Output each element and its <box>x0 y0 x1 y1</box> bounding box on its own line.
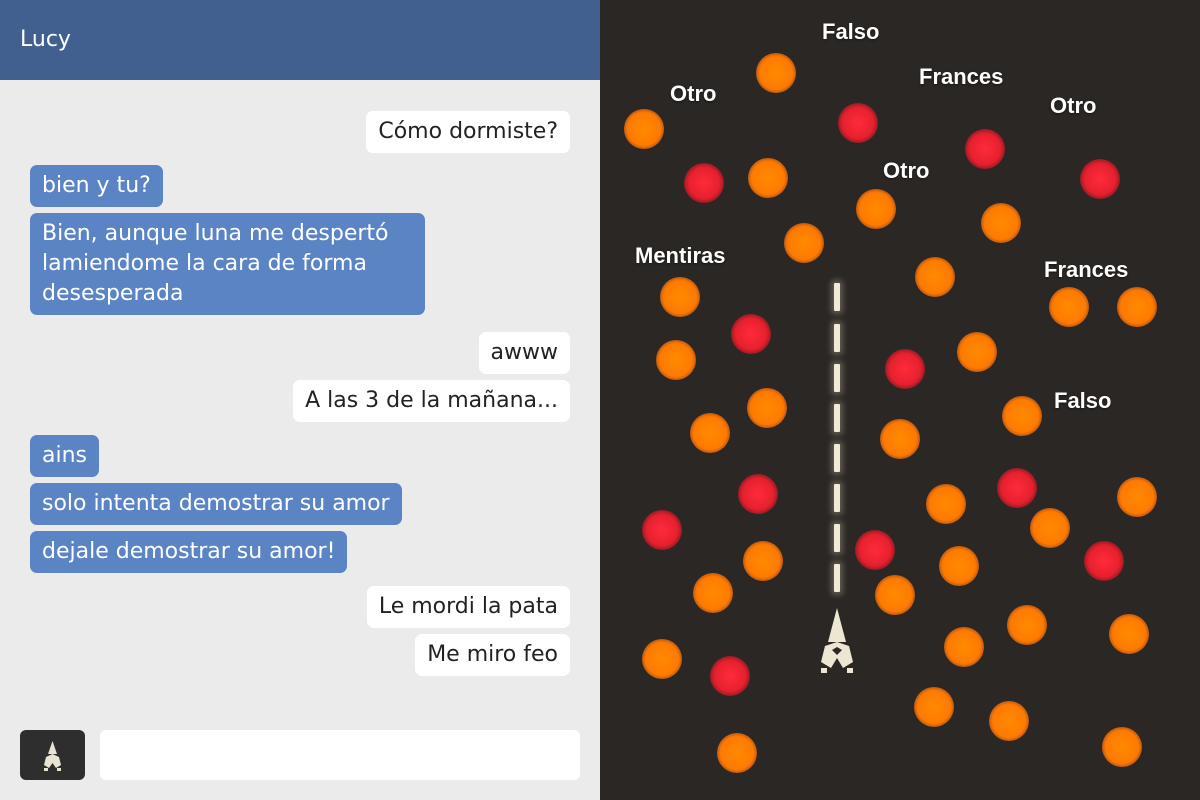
chat-panel: Lucy Cómo dormiste? bien y tu? Bien, aun… <box>0 0 600 800</box>
message-bubble-sent: awww <box>478 332 570 374</box>
orange-orb[interactable] <box>1030 508 1070 548</box>
message-bubble-sent: Me miro feo <box>415 634 570 676</box>
orange-orb[interactable] <box>944 627 984 667</box>
orange-orb[interactable] <box>875 575 915 615</box>
orange-orb[interactable] <box>642 639 682 679</box>
red-orb[interactable] <box>997 468 1037 508</box>
bullet <box>834 484 840 512</box>
bullet <box>834 404 840 432</box>
bullet <box>834 564 840 592</box>
word-target[interactable]: Mentiras <box>635 244 725 268</box>
red-orb[interactable] <box>710 656 750 696</box>
message-bubble-sent: A las 3 de la mañana... <box>293 380 570 422</box>
orange-orb[interactable] <box>1109 614 1149 654</box>
orange-orb[interactable] <box>1049 287 1089 327</box>
orange-orb[interactable] <box>957 332 997 372</box>
word-target[interactable]: Otro <box>1050 94 1096 118</box>
red-orb[interactable] <box>838 103 878 143</box>
orange-orb[interactable] <box>1007 605 1047 645</box>
message-bubble-received: dejale demostrar su amor! <box>30 531 348 573</box>
orange-orb[interactable] <box>784 223 824 263</box>
orange-orb[interactable] <box>915 257 955 297</box>
orange-orb[interactable] <box>748 158 788 198</box>
orange-orb[interactable] <box>989 701 1029 741</box>
chat-header: Lucy <box>0 0 600 80</box>
bullet <box>834 444 840 472</box>
orange-orb[interactable] <box>690 413 730 453</box>
red-orb[interactable] <box>1080 159 1120 199</box>
bullet <box>834 324 840 352</box>
orange-orb[interactable] <box>1002 396 1042 436</box>
game-launch-button[interactable] <box>20 730 85 780</box>
orange-orb[interactable] <box>743 541 783 581</box>
red-orb[interactable] <box>855 530 895 570</box>
orange-orb[interactable] <box>693 573 733 613</box>
orange-orb[interactable] <box>856 189 896 229</box>
orange-orb[interactable] <box>914 687 954 727</box>
orange-orb[interactable] <box>981 203 1021 243</box>
message-bubble-sent: Le mordi la pata <box>366 586 570 628</box>
word-target[interactable]: Frances <box>919 65 1003 89</box>
message-bubble-received: Bien, aunque luna me despertó lamiendome… <box>30 213 425 315</box>
red-orb[interactable] <box>885 349 925 389</box>
message-bubble-received: solo intenta demostrar su amor <box>30 483 402 525</box>
message-input[interactable] <box>100 730 580 780</box>
orange-orb[interactable] <box>1117 287 1157 327</box>
word-target[interactable]: Otro <box>670 82 716 106</box>
bullet <box>834 283 840 311</box>
red-orb[interactable] <box>738 474 778 514</box>
word-target[interactable]: Frances <box>1044 258 1128 282</box>
orange-orb[interactable] <box>1117 477 1157 517</box>
chat-title: Lucy <box>20 27 71 52</box>
word-target[interactable]: Falso <box>822 20 879 44</box>
word-target[interactable]: Falso <box>1054 389 1111 413</box>
red-orb[interactable] <box>642 510 682 550</box>
orange-orb[interactable] <box>747 388 787 428</box>
red-orb[interactable] <box>1084 541 1124 581</box>
orange-orb[interactable] <box>880 419 920 459</box>
orange-orb[interactable] <box>656 340 696 380</box>
orange-orb[interactable] <box>624 109 664 149</box>
orange-orb[interactable] <box>717 733 757 773</box>
red-orb[interactable] <box>965 129 1005 169</box>
red-orb[interactable] <box>684 163 724 203</box>
game-area[interactable]: Falso Frances Otro Otro Otro Mentiras Fr… <box>600 0 1200 800</box>
orange-orb[interactable] <box>1102 727 1142 767</box>
message-bubble-received: ains <box>30 435 99 477</box>
message-bubble-received: bien y tu? <box>30 165 163 207</box>
red-orb[interactable] <box>731 314 771 354</box>
bullet <box>834 364 840 392</box>
orange-orb[interactable] <box>926 484 966 524</box>
bullet <box>834 524 840 552</box>
orange-orb[interactable] <box>939 546 979 586</box>
orange-orb[interactable] <box>660 277 700 317</box>
ship-icon[interactable] <box>813 608 861 676</box>
word-target[interactable]: Otro <box>883 159 929 183</box>
ship-icon <box>44 741 61 771</box>
message-bubble-sent: Cómo dormiste? <box>366 111 570 153</box>
orange-orb[interactable] <box>756 53 796 93</box>
